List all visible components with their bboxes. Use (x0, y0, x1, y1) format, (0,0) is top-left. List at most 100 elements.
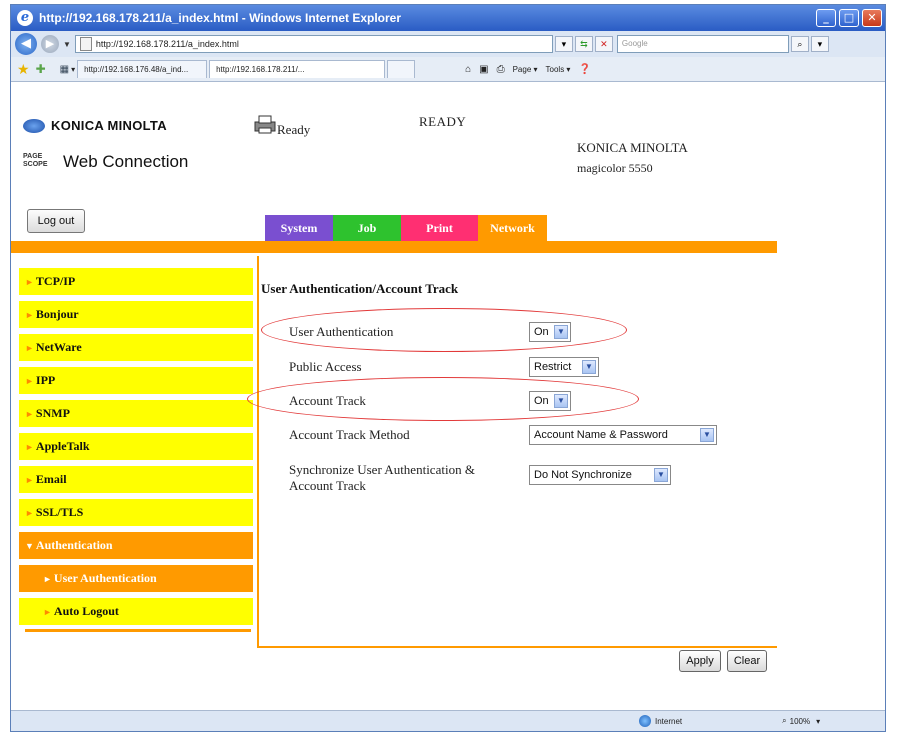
product-name: Web Connection (63, 152, 189, 171)
feeds-icon[interactable]: ▣ (479, 64, 488, 75)
favorites-star-icon[interactable]: ★ (17, 61, 30, 78)
sidebar-item-label: User Authentication (53, 571, 157, 585)
sidebar-item-authentication[interactable]: ▼ Authentication (19, 532, 253, 559)
zoom-icon: ⌕ (782, 716, 787, 725)
expanded-arrow-icon: ▼ (25, 541, 34, 551)
chevron-down-icon: ▼ (700, 428, 714, 442)
public-access-select[interactable]: Restrict ▼ (529, 357, 599, 377)
status-bar: Internet ⌕ 100% ▾ (11, 710, 885, 731)
sidebar-item-tcpip[interactable]: ► TCP/IP (19, 268, 253, 295)
help-icon[interactable]: ❓ (578, 64, 590, 75)
add-favorite-icon[interactable]: ✚ (36, 62, 46, 76)
quick-tabs-icon[interactable]: ▦ (60, 64, 69, 75)
apply-button[interactable]: Apply (679, 650, 721, 672)
search-input[interactable]: Google (616, 35, 789, 53)
close-button[interactable]: ✕ (862, 9, 882, 27)
sidebar-item-label: Authentication (35, 538, 113, 552)
browser-window: e http://192.168.178.211/a_index.html - … (10, 4, 886, 732)
search-icon[interactable]: ⌕ (790, 36, 809, 52)
sidebar-item-label: Auto Logout (53, 604, 119, 618)
forward-button[interactable]: ▶ (41, 35, 59, 53)
sidebar-item-appletalk[interactable]: ► AppleTalk (19, 433, 253, 460)
clear-button[interactable]: Clear (727, 650, 767, 672)
select-value: Account Name & Password (534, 429, 668, 441)
chevron-down-icon: ▼ (654, 468, 668, 482)
highlight-ellipse-user-authentication (261, 308, 627, 352)
synchronize-select[interactable]: Do Not Synchronize ▼ (529, 465, 671, 485)
minimize-button[interactable]: _ (816, 9, 836, 27)
sidebar-item-label: SNMP (35, 406, 70, 420)
pagescope-icon: PAGE SCOPE (23, 153, 48, 168)
stop-icon[interactable]: ✕ (594, 36, 613, 52)
arrow-icon: ► (25, 310, 34, 320)
globe-icon (639, 715, 651, 727)
refresh-icon[interactable]: ⇆ (574, 36, 593, 52)
header-divider (11, 241, 777, 253)
arrow-icon: ► (25, 277, 34, 287)
arrow-icon: ► (43, 574, 52, 584)
sidebar-item-auto-logout[interactable]: ► Auto Logout (19, 598, 253, 625)
address-text: http://192.168.178.211/a_index.html (95, 39, 239, 49)
sidebar-item-label: Email (35, 472, 67, 486)
window-title: http://192.168.178.211/a_index.html - Wi… (39, 11, 402, 25)
page-icon (79, 37, 92, 51)
zone-indicator: Internet (639, 715, 682, 727)
sidebar-item-bonjour[interactable]: ► Bonjour (19, 301, 253, 328)
tab-1[interactable]: http://192.168.176.48/a_ind... (77, 60, 208, 78)
sidebar-item-email[interactable]: ► Email (19, 466, 253, 493)
search-options-icon[interactable]: ▾ (810, 36, 829, 52)
arrow-icon: ► (25, 475, 34, 485)
zoom-control[interactable]: ⌕ 100% ▾ (782, 716, 820, 726)
highlight-ellipse-account-track (247, 377, 639, 421)
sidebar-item-label: AppleTalk (35, 439, 90, 453)
zoom-dropdown-icon: ▾ (816, 716, 821, 726)
account-track-method-label: Account Track Method (289, 427, 410, 442)
page-menu[interactable]: Page ▾ (513, 65, 538, 74)
page-title: User Authentication/Account Track (261, 281, 459, 296)
sidebar-item-user-authentication[interactable]: ► User Authentication (19, 565, 253, 592)
tab-2[interactable]: http://192.168.178.211/... (209, 60, 386, 78)
chevron-down-icon: ▼ (582, 360, 596, 374)
account-track-method-select[interactable]: Account Name & Password ▼ (529, 425, 717, 445)
tab-system[interactable]: System (265, 215, 333, 241)
history-dropdown-icon[interactable]: ▼ (63, 40, 71, 49)
ie-logo-icon: e (17, 10, 33, 26)
tab-list-icon[interactable]: ▾ (71, 65, 75, 74)
arrow-icon: ► (25, 409, 34, 419)
address-dropdown-icon[interactable]: ▾ (554, 36, 573, 52)
maximize-button[interactable]: □ (839, 9, 859, 27)
arrow-icon: ► (25, 376, 34, 386)
brand-name: KONICA MINOLTA (51, 118, 167, 133)
home-icon[interactable]: ⌂ (465, 64, 471, 75)
content-bottom-border (257, 646, 777, 648)
model-name: magicolor 5550 (577, 161, 653, 175)
sidebar-item-label: Bonjour (35, 307, 79, 321)
address-field[interactable]: http://192.168.178.211/a_index.html (74, 35, 553, 53)
arrow-icon: ► (43, 607, 52, 617)
printer-icon (254, 115, 276, 134)
sidebar-item-netware[interactable]: ► NetWare (19, 334, 253, 361)
konica-orb-icon (23, 118, 45, 133)
content-left-border (257, 256, 259, 648)
sidebar-item-ssltls[interactable]: ► SSL/TLS (19, 499, 253, 526)
tools-menu[interactable]: Tools ▾ (546, 65, 571, 74)
sidebar-item-snmp[interactable]: ► SNMP (19, 400, 253, 427)
back-button[interactable]: ◀ (15, 33, 37, 55)
new-tab-button[interactable] (387, 60, 416, 78)
select-value: Restrict (534, 361, 572, 373)
printer-status-text: READY (419, 114, 467, 129)
tab-print[interactable]: Print (401, 215, 478, 241)
synchronize-label: Synchronize User Authentication & Accoun… (289, 462, 475, 493)
printer-status-label: Ready (277, 122, 311, 137)
sidebar-item-label: NetWare (35, 340, 82, 354)
sidebar-item-ipp[interactable]: ► IPP (19, 367, 253, 394)
sidebar-item-label: SSL/TLS (35, 505, 84, 519)
tab-network[interactable]: Network (478, 215, 547, 241)
title-bar: e http://192.168.178.211/a_index.html - … (11, 5, 885, 31)
logout-button[interactable]: Log out (27, 209, 85, 233)
sidebar-item-label: IPP (35, 373, 56, 387)
print-icon[interactable]: ⎙ (497, 64, 505, 75)
select-value: Do Not Synchronize (534, 469, 632, 481)
address-bar-row: ◀ ▶ ▼ http://192.168.178.211/a_index.htm… (11, 31, 885, 57)
tab-job[interactable]: Job (333, 215, 401, 241)
